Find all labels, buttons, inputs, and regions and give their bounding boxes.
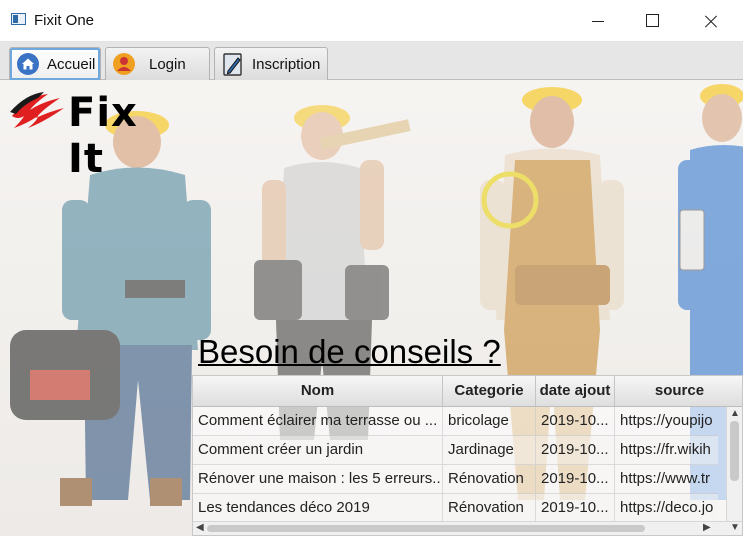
scroll-right-icon[interactable]: ▶: [703, 523, 711, 533]
cell-nom: Rénover une maison : les 5 erreurs...: [193, 465, 443, 493]
vertical-scroll-thumb[interactable]: [730, 421, 739, 481]
cell-categorie: bricolage: [443, 407, 536, 435]
user-icon: [111, 51, 137, 77]
advice-headline: Besoin de conseils ?: [198, 333, 501, 370]
table-row[interactable]: Les tendances déco 2019 Rénovation 2019-…: [193, 494, 718, 523]
minimize-button[interactable]: [576, 0, 622, 42]
column-header-source[interactable]: source: [615, 376, 742, 406]
scroll-down-icon[interactable]: ▼: [730, 523, 740, 533]
logo-brush-mark: [10, 92, 64, 128]
window-title: Fixit One: [34, 12, 95, 29]
cell-date-ajout: 2019-10...: [536, 407, 615, 435]
tab-bar: Accueil Login Inscription: [0, 42, 743, 80]
cell-date-ajout: 2019-10...: [536, 465, 615, 493]
cell-date-ajout: 2019-10...: [536, 436, 615, 464]
tab-login[interactable]: Login: [105, 47, 210, 80]
advice-table: Nom Categorie date ajout source Comment …: [192, 375, 743, 536]
cell-categorie: Rénovation: [443, 494, 536, 522]
column-header-categorie[interactable]: Categorie: [443, 376, 536, 406]
scroll-left-icon[interactable]: ◀: [196, 523, 204, 533]
cell-nom: Les tendances déco 2019: [193, 494, 443, 522]
cell-nom: Comment créer un jardin: [193, 436, 443, 464]
cell-source: https://deco.jo: [620, 499, 714, 516]
fixit-logo: Fix It: [8, 86, 188, 182]
column-header-nom[interactable]: Nom: [193, 376, 443, 406]
column-header-date-ajout[interactable]: date ajout: [536, 376, 615, 406]
table-vertical-scrollbar[interactable]: ▲: [726, 407, 742, 521]
scroll-up-icon[interactable]: ▲: [730, 409, 740, 419]
close-button[interactable]: [686, 0, 732, 42]
app-window-icon: [11, 13, 26, 25]
tab-inscription-label: Inscription: [252, 55, 321, 73]
tab-inscription[interactable]: Inscription: [214, 47, 328, 80]
cell-categorie: Jardinage: [443, 436, 536, 464]
maximize-button[interactable]: [630, 0, 676, 42]
cell-categorie: Rénovation: [443, 465, 536, 493]
table-horizontal-scrollbar[interactable]: ◀ ▶ ▼: [193, 521, 742, 535]
cell-source: https://www.tr: [620, 470, 711, 487]
table-row[interactable]: Comment créer un jardin Jardinage 2019-1…: [193, 436, 718, 465]
clipboard-pen-icon: [220, 51, 246, 77]
tab-accueil-label: Accueil: [47, 55, 96, 73]
table-row[interactable]: Rénover une maison : les 5 erreurs... Ré…: [193, 465, 718, 494]
horizontal-scroll-thumb[interactable]: [207, 525, 645, 532]
home-icon: [15, 51, 41, 77]
cell-source: https://fr.wikih: [620, 441, 711, 458]
table-row[interactable]: Comment éclairer ma terrasse ou ... bric…: [193, 407, 718, 436]
window-titlebar: Fixit One: [0, 0, 743, 42]
cell-date-ajout: 2019-10...: [536, 494, 615, 522]
cell-nom: Comment éclairer ma terrasse ou ...: [193, 407, 443, 435]
logo-text: Fix It: [68, 90, 138, 182]
cell-source: https://youpijo: [620, 412, 713, 429]
tab-login-label: Login: [149, 55, 186, 73]
tab-accueil[interactable]: Accueil: [9, 47, 101, 80]
table-header: Nom Categorie date ajout source: [193, 376, 742, 407]
home-content: Fix It Besoin de conseils ? Nom Categori…: [0, 80, 743, 536]
